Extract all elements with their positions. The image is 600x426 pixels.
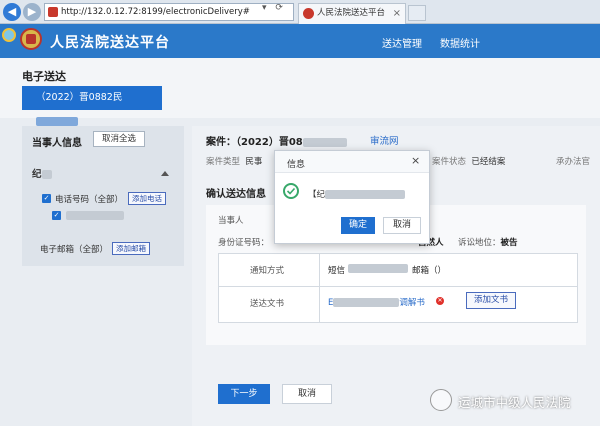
page-title: 电子送达 <box>22 70 66 83</box>
document-label: 送达文书 <box>250 299 285 309</box>
case-label: 案件：（2022）晋08 <box>206 133 347 148</box>
dialog-cancel-button[interactable]: 取消 <box>383 217 421 234</box>
dialog-header: 信息 × <box>275 151 429 173</box>
collapse-icon[interactable] <box>161 171 169 176</box>
redacted-text <box>325 190 406 199</box>
app-header: 人民法院送达平台 送达管理 数据统计 <box>0 24 600 58</box>
case-tab[interactable]: （2022）晋0882民 <box>22 86 162 126</box>
add-phone-button[interactable]: 添加电话 <box>128 192 166 205</box>
phone-checkbox[interactable]: ✓ <box>42 194 51 203</box>
court-emblem-icon <box>20 28 42 50</box>
phone-label: 电话号码（全部） <box>55 195 124 205</box>
close-icon[interactable]: × <box>411 154 420 167</box>
info-dialog: 信息 × 【纪 确定 取消 <box>274 150 430 244</box>
email-label: 电子邮箱（全部） <box>40 245 109 255</box>
cancel-button[interactable]: 取消 <box>282 384 332 404</box>
clear-all-button[interactable]: 取消全选 <box>93 131 145 147</box>
address-bar[interactable]: http://132.0.12.72:8199/electronicDelive… <box>44 3 294 21</box>
id-label: 身份证号码： <box>218 238 270 248</box>
site-favicon-icon <box>48 7 58 17</box>
remove-document-icon[interactable]: ✕ <box>436 297 444 305</box>
party-panel-title: 当事人信息 <box>32 138 82 149</box>
redacted-text <box>348 264 408 273</box>
redacted-phone <box>66 211 124 220</box>
next-step-button[interactable]: 下一步 <box>218 384 270 404</box>
browser-toolbar: ◀ ▶ http://132.0.12.72:8199/electronicDe… <box>0 0 600 24</box>
wechat-icon <box>430 389 452 411</box>
add-email-button[interactable]: 添加邮箱 <box>112 242 150 255</box>
notify-sms: 短信 <box>328 266 346 276</box>
redacted-text <box>41 170 52 179</box>
document-link[interactable]: E 调解书 <box>328 296 425 308</box>
new-tab-button[interactable] <box>408 5 426 21</box>
tab-close-icon[interactable]: × <box>393 4 401 23</box>
notify-email: 邮箱（） <box>412 266 447 276</box>
case-tab-label: （2022）晋0882民 <box>36 92 123 103</box>
dialog-message: 【纪 <box>308 188 406 200</box>
redacted-text <box>36 117 78 126</box>
case-status: 案件状态 已经结案 <box>432 157 506 167</box>
add-document-button[interactable]: 添加文书 <box>466 292 516 309</box>
redacted-text <box>333 298 400 307</box>
url-text: http://132.0.12.72:8199/electronicDelive… <box>61 7 250 17</box>
party-name: 纪 <box>32 166 52 180</box>
role-label: 诉讼地位：被告 <box>458 238 518 248</box>
refresh-icon[interactable]: ▾ ⟳ <box>262 0 298 16</box>
notify-method-label: 通知方式 <box>250 266 285 276</box>
case-type: 案件类型 民事 <box>206 157 263 167</box>
tab-title: 人民法院送达平台 <box>317 8 386 18</box>
forward-icon[interactable]: ▶ <box>23 3 41 21</box>
watermark: 运城市中级人民法院 <box>430 386 594 414</box>
browser-side-icon <box>2 28 16 42</box>
nav-delivery-management[interactable]: 送达管理 <box>382 35 422 50</box>
dialog-title: 信息 <box>287 160 306 170</box>
confirm-section-title: 确认送达信息 <box>206 189 266 200</box>
tab-favicon-icon <box>303 8 314 19</box>
phone-number-checkbox[interactable]: ✓ <box>52 211 61 220</box>
judge-label: 承办法官 <box>556 157 591 167</box>
case-link[interactable]: 审流网 <box>370 133 399 147</box>
nav-statistics[interactable]: 数据统计 <box>440 35 480 50</box>
party-prefix: 当事人 <box>218 216 244 226</box>
app-title: 人民法院送达平台 <box>50 35 170 51</box>
dialog-ok-button[interactable]: 确定 <box>341 217 375 234</box>
browser-tab[interactable]: 人民法院送达平台 × <box>298 3 406 24</box>
back-icon[interactable]: ◀ <box>3 3 21 21</box>
redacted-text <box>302 137 347 147</box>
check-circle-icon <box>283 183 299 199</box>
watermark-text: 运城市中级人民法院 <box>458 395 571 410</box>
